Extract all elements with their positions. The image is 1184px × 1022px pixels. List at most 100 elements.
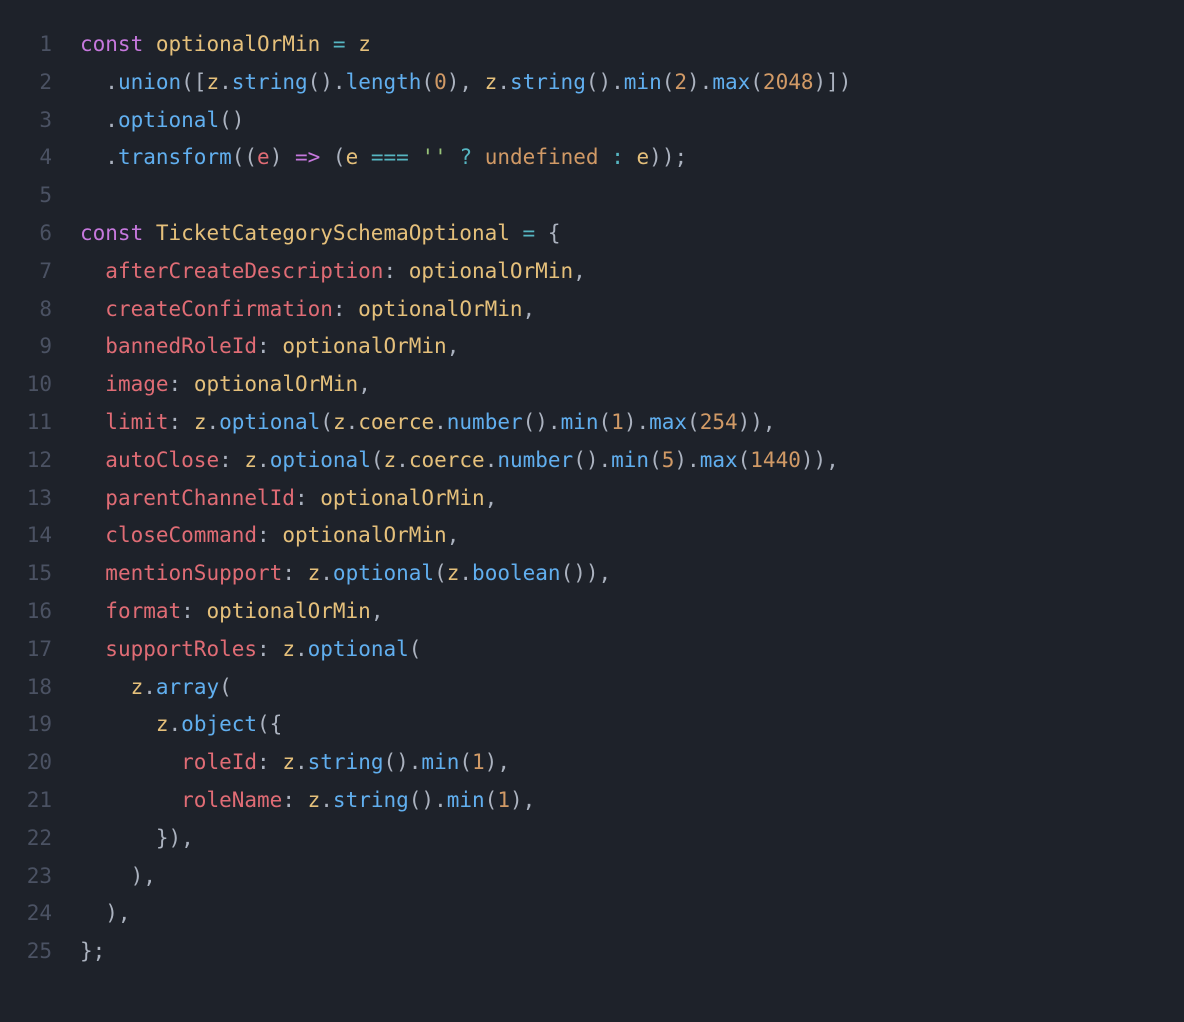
token-punct: , (447, 523, 460, 547)
code-line[interactable]: 13 parentChannelId: optionalOrMin, (0, 480, 1184, 518)
token-punct: . (295, 637, 308, 661)
code-line[interactable]: 16 format: optionalOrMin, (0, 593, 1184, 631)
code-line[interactable]: 1const optionalOrMin = z (0, 26, 1184, 64)
code-content[interactable]: .union([z.string().length(0), z.string()… (80, 64, 851, 102)
code-line[interactable]: 22 }), (0, 820, 1184, 858)
code-content[interactable]: ), (80, 858, 156, 896)
code-line[interactable]: 12 autoClose: z.optional(z.coerce.number… (0, 442, 1184, 480)
token-param: e (257, 145, 270, 169)
code-content[interactable]: bannedRoleId: optionalOrMin, (80, 328, 459, 366)
token-punct: ). (624, 410, 649, 434)
token-punct: }), (80, 826, 194, 850)
code-content[interactable]: .transform((e) => (e === '' ? undefined … (80, 139, 687, 177)
token-var: e (346, 145, 359, 169)
code-line[interactable]: 24 ), (0, 895, 1184, 933)
token-num: 0 (434, 70, 447, 94)
code-line[interactable]: 3 .optional() (0, 102, 1184, 140)
token-punct: ) (270, 145, 295, 169)
code-line[interactable]: 20 roleId: z.string().min(1), (0, 744, 1184, 782)
token-punct (320, 32, 333, 56)
token-var: z (244, 448, 257, 472)
line-number: 10 (0, 366, 80, 404)
token-fn: min (561, 410, 599, 434)
code-line[interactable]: 15 mentionSupport: z.optional(z.boolean(… (0, 555, 1184, 593)
code-content[interactable]: }; (80, 933, 105, 971)
line-number: 7 (0, 253, 80, 291)
token-punct: . (169, 712, 182, 736)
code-content[interactable]: format: optionalOrMin, (80, 593, 383, 631)
token-var: z (282, 637, 295, 661)
code-content[interactable]: createConfirmation: optionalOrMin, (80, 291, 535, 329)
code-line[interactable]: 8 createConfirmation: optionalOrMin, (0, 291, 1184, 329)
line-number: 23 (0, 858, 80, 896)
code-line[interactable]: 7 afterCreateDescription: optionalOrMin, (0, 253, 1184, 291)
token-punct: : (181, 599, 206, 623)
token-punct (409, 145, 422, 169)
code-content[interactable]: mentionSupport: z.optional(z.boolean()), (80, 555, 611, 593)
token-punct: ( (320, 145, 345, 169)
token-num: 5 (662, 448, 675, 472)
token-punct (80, 334, 105, 358)
token-var: optionalOrMin (282, 523, 446, 547)
token-fn: union (118, 70, 181, 94)
line-number: 13 (0, 480, 80, 518)
code-line[interactable]: 14 closeCommand: optionalOrMin, (0, 517, 1184, 555)
line-number: 1 (0, 26, 80, 64)
code-line[interactable]: 18 z.array( (0, 669, 1184, 707)
code-line[interactable]: 19 z.object({ (0, 706, 1184, 744)
token-punct: . (396, 448, 409, 472)
token-decl: optionalOrMin (156, 32, 320, 56)
token-var: z (308, 561, 321, 585)
code-line[interactable]: 2 .union([z.string().length(0), z.string… (0, 64, 1184, 102)
code-content[interactable]: closeCommand: optionalOrMin, (80, 517, 459, 555)
code-line[interactable]: 6const TicketCategorySchemaOptional = { (0, 215, 1184, 253)
code-content[interactable]: supportRoles: z.optional( (80, 631, 421, 669)
code-editor[interactable]: 1const optionalOrMin = z2 .union([z.stri… (0, 26, 1184, 971)
token-punct: ). (687, 70, 712, 94)
code-content[interactable]: roleId: z.string().min(1), (80, 744, 510, 782)
code-line[interactable]: 11 limit: z.optional(z.coerce.number().m… (0, 404, 1184, 442)
token-punct: : (169, 372, 194, 396)
code-content[interactable]: z.array( (80, 669, 232, 707)
token-kw2: undefined (485, 145, 599, 169)
code-content[interactable]: z.object({ (80, 706, 282, 744)
token-prop: supportRoles (105, 637, 257, 661)
code-line[interactable]: 21 roleName: z.string().min(1), (0, 782, 1184, 820)
code-content[interactable]: ), (80, 895, 131, 933)
token-punct: . (434, 410, 447, 434)
code-content[interactable]: afterCreateDescription: optionalOrMin, (80, 253, 586, 291)
code-content[interactable]: const TicketCategorySchemaOptional = { (80, 215, 561, 253)
token-fn: string (333, 788, 409, 812)
code-content[interactable]: parentChannelId: optionalOrMin, (80, 480, 497, 518)
code-content[interactable]: }), (80, 820, 194, 858)
code-content[interactable]: limit: z.optional(z.coerce.number().min(… (80, 404, 776, 442)
token-punct: . (80, 70, 118, 94)
token-kw: => (295, 145, 320, 169)
token-punct: ), (510, 788, 535, 812)
token-punct: , (358, 372, 371, 396)
code-content[interactable]: autoClose: z.optional(z.coerce.number().… (80, 442, 839, 480)
code-line[interactable]: 17 supportRoles: z.optional( (0, 631, 1184, 669)
code-content[interactable]: const optionalOrMin = z (80, 26, 371, 64)
token-num: 1 (472, 750, 485, 774)
line-number: 9 (0, 328, 80, 366)
code-line[interactable]: 9 bannedRoleId: optionalOrMin, (0, 328, 1184, 366)
line-number: 24 (0, 895, 80, 933)
token-str: '' (421, 145, 446, 169)
code-line[interactable]: 4 .transform((e) => (e === '' ? undefine… (0, 139, 1184, 177)
token-punct: (). (383, 750, 421, 774)
code-content[interactable]: .optional() (80, 102, 244, 140)
code-line[interactable]: 5 (0, 177, 1184, 215)
token-punct: , (523, 297, 536, 321)
code-line[interactable]: 23 ), (0, 858, 1184, 896)
code-content[interactable]: image: optionalOrMin, (80, 366, 371, 404)
code-line[interactable]: 10 image: optionalOrMin, (0, 366, 1184, 404)
line-number: 17 (0, 631, 80, 669)
code-line[interactable]: 25}; (0, 933, 1184, 971)
code-content[interactable]: roleName: z.string().min(1), (80, 782, 535, 820)
token-punct: )), (801, 448, 839, 472)
line-number: 20 (0, 744, 80, 782)
token-punct: ( (750, 70, 763, 94)
token-fn: max (649, 410, 687, 434)
token-punct (80, 599, 105, 623)
